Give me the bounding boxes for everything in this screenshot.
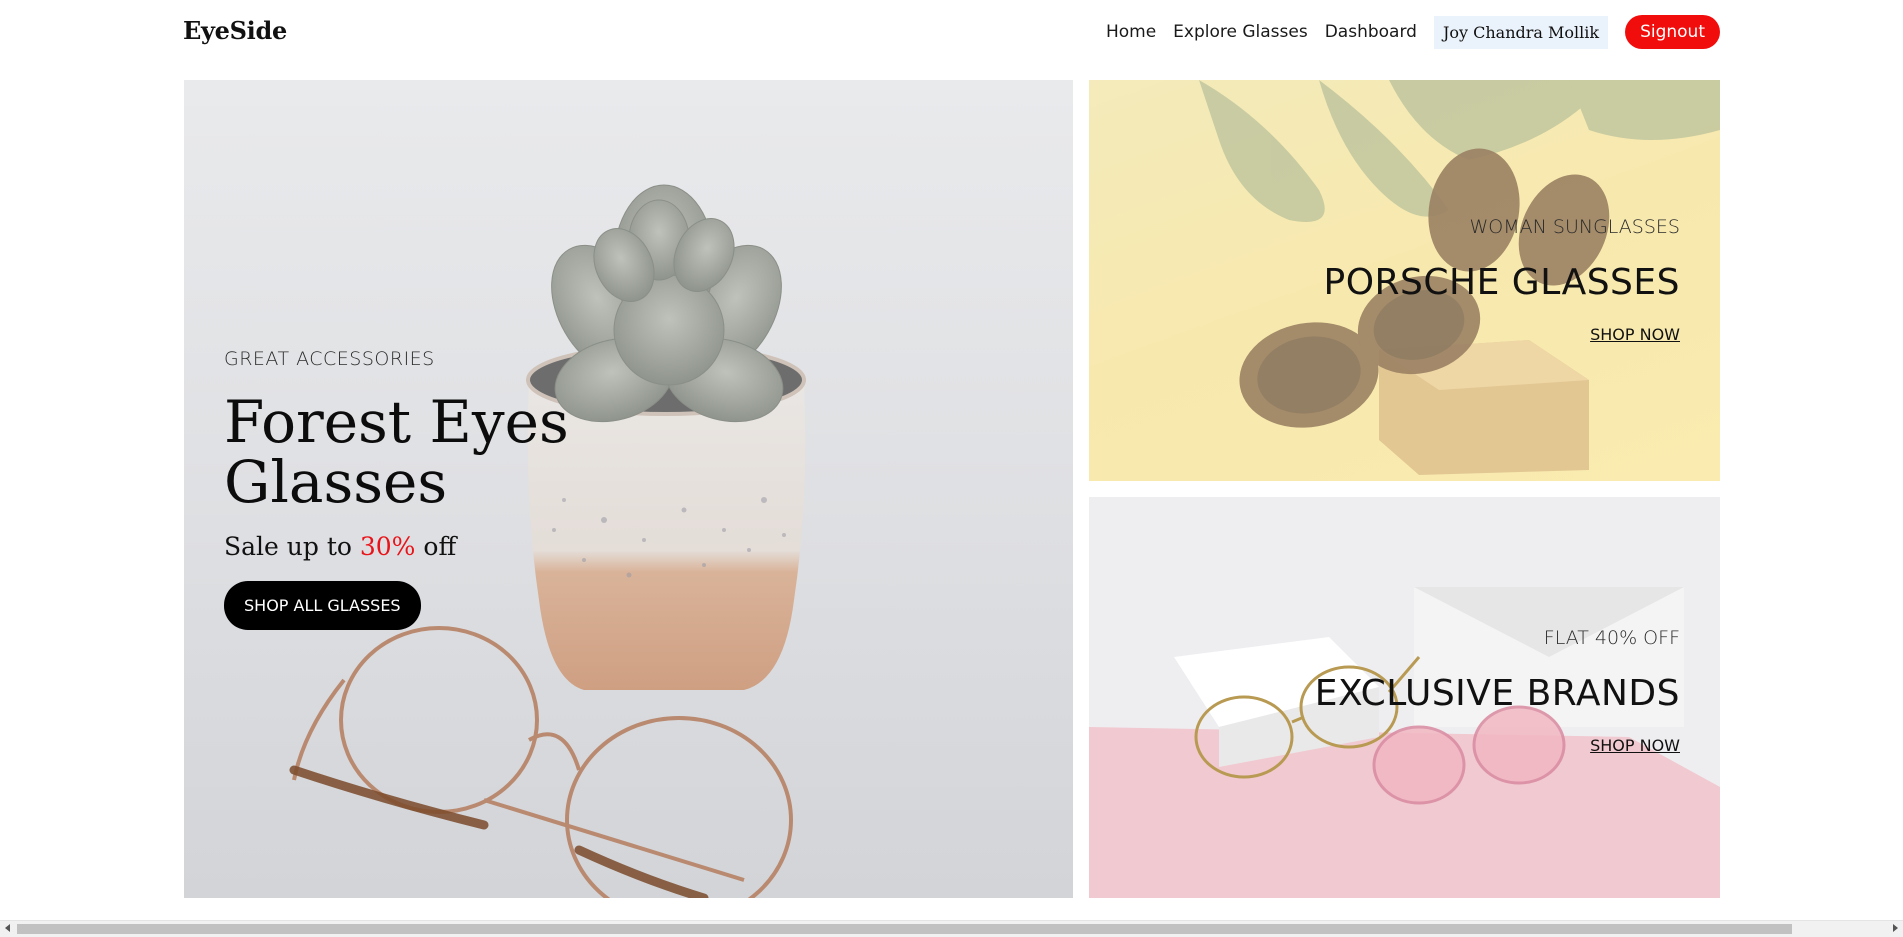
brands-shop-now-link[interactable]: SHOP NOW	[1590, 736, 1680, 755]
hero-sale-text: Sale up to 30% off	[224, 532, 684, 561]
promo-banner-sunglasses: WOMAN SUNGLASSES PORSCHE GLASSES SHOP NO…	[1089, 80, 1720, 481]
sunglasses-title: PORSCHE GLASSES	[1323, 262, 1680, 303]
site-logo[interactable]: EyeSide	[183, 16, 287, 45]
sale-prefix: Sale up to	[224, 532, 352, 561]
brands-text-block: FLAT 40% OFF EXCLUSIVE BRANDS SHOP NOW	[1315, 627, 1680, 755]
sale-percent: 30%	[359, 532, 416, 561]
shop-all-glasses-button[interactable]: SHOP ALL GLASSES	[224, 581, 421, 630]
user-name-chip: Joy Chandra Mollik	[1433, 15, 1609, 49]
nav-explore-glasses[interactable]: Explore Glasses	[1173, 22, 1308, 42]
scroll-right-arrow-icon[interactable]	[1893, 924, 1898, 932]
brands-title: EXCLUSIVE BRANDS	[1314, 673, 1680, 714]
scrollbar-thumb[interactable]	[17, 924, 1792, 934]
hero-text-block: GREAT ACCESSORIES Forest Eyes Glasses Sa…	[224, 348, 684, 630]
hero-title: Forest Eyes Glasses	[224, 388, 569, 516]
sunglasses-eyebrow: WOMAN SUNGLASSES	[1469, 216, 1681, 238]
scroll-left-arrow-icon[interactable]	[5, 924, 10, 932]
promo-banner-brands: FLAT 40% OFF EXCLUSIVE BRANDS SHOP NOW	[1089, 497, 1720, 898]
hero-banner: GREAT ACCESSORIES Forest Eyes Glasses Sa…	[184, 80, 1073, 898]
nav-home[interactable]: Home	[1106, 22, 1156, 42]
sunglasses-text-block: WOMAN SUNGLASSES PORSCHE GLASSES SHOP NO…	[1323, 216, 1680, 344]
brands-eyebrow: FLAT 40% OFF	[1543, 627, 1680, 649]
site-header: EyeSide Home Explore Glasses Dashboard J…	[0, 0, 1903, 64]
signout-button[interactable]: Signout	[1625, 15, 1720, 49]
sunglasses-shop-now-link[interactable]: SHOP NOW	[1590, 325, 1680, 344]
sale-suffix: off	[423, 532, 457, 561]
horizontal-scrollbar[interactable]	[0, 920, 1903, 937]
nav-dashboard[interactable]: Dashboard	[1325, 22, 1417, 42]
main-nav: Home Explore Glasses Dashboard Joy Chand…	[1106, 15, 1720, 49]
hero-eyebrow: GREAT ACCESSORIES	[224, 348, 435, 370]
